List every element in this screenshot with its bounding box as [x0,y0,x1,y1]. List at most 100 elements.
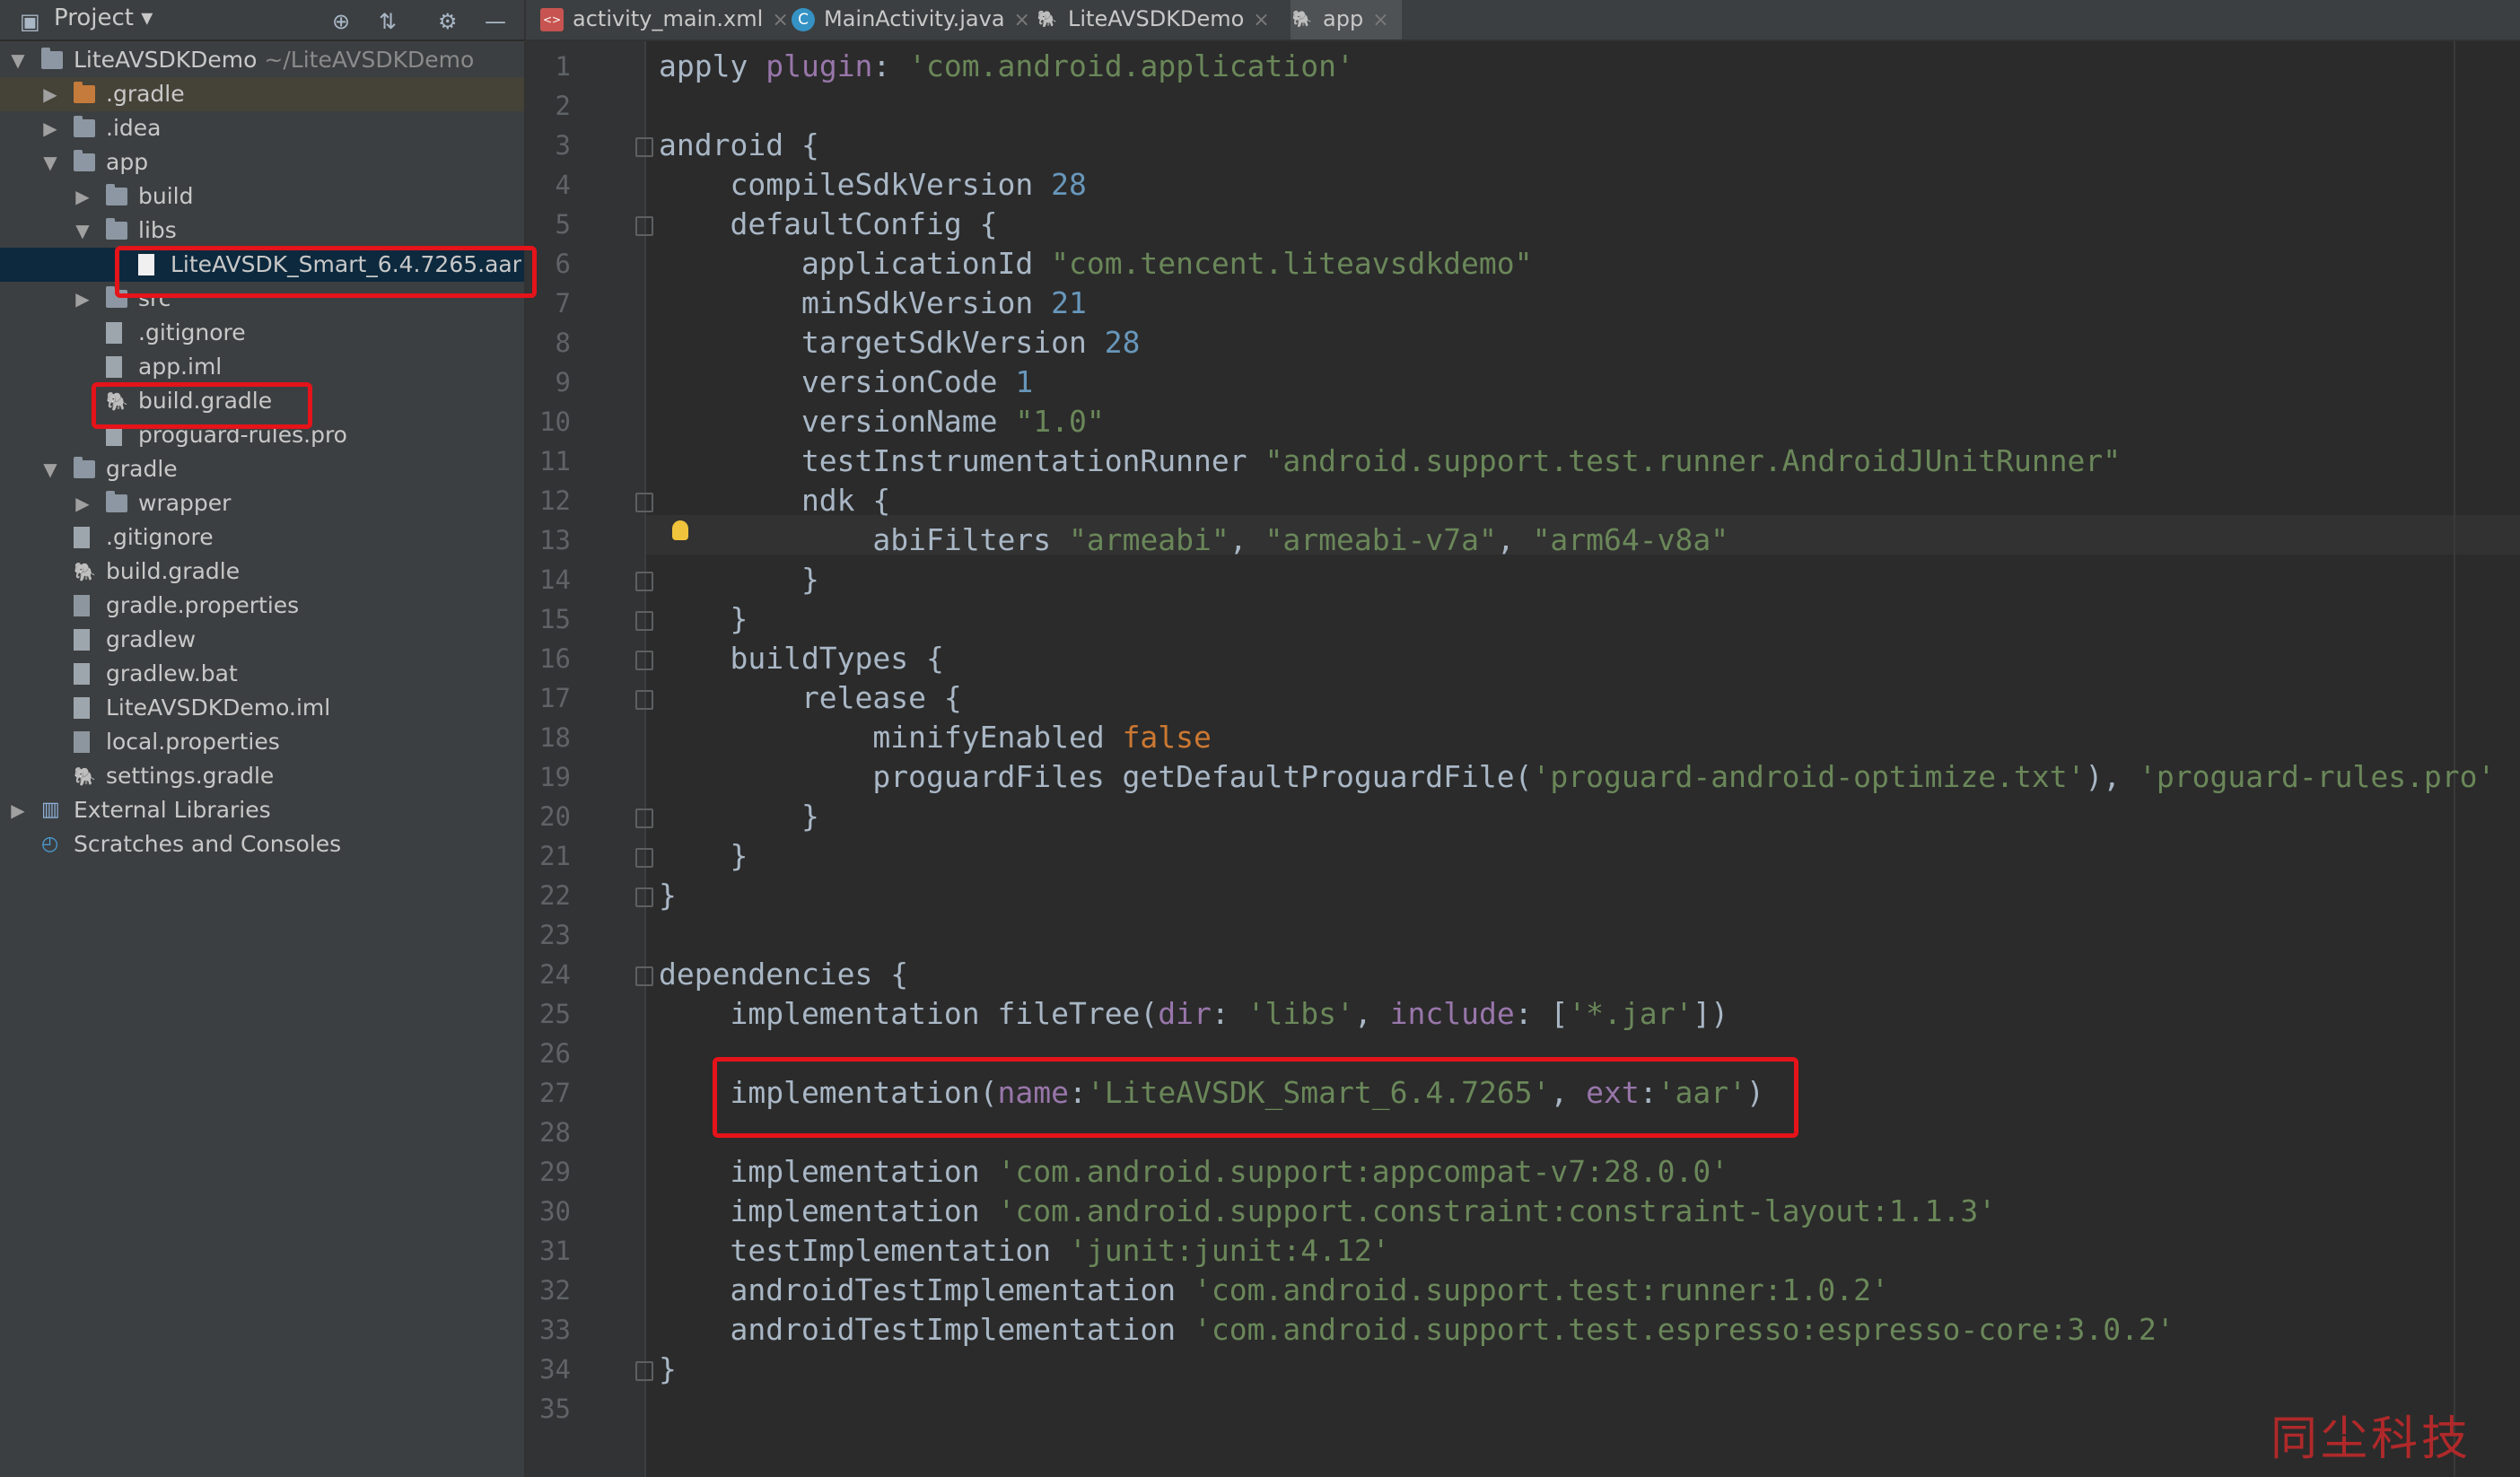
expand-down-icon[interactable]: ▼ [74,214,92,248]
fold-marker-icon[interactable] [635,887,653,907]
properties-icon [74,731,90,753]
tree-item[interactable]: local.properties [0,725,524,759]
tree-item[interactable]: .gitignore [0,520,524,555]
code-token: applicationId [659,246,1052,281]
expand-down-icon[interactable]: ▼ [41,452,59,486]
code-line[interactable]: applicationId "com.tencent.liteavsdkdemo… [659,244,1533,284]
line-number: 12 [539,485,571,516]
fold-marker-icon[interactable] [635,651,653,670]
fold-marker-icon[interactable] [635,690,653,710]
code-line[interactable]: defaultConfig { [659,205,998,244]
tree-item[interactable]: .gitignore [0,316,524,350]
code-line[interactable]: } [659,1350,677,1389]
fold-marker-icon[interactable] [635,493,653,512]
hide-panel-icon[interactable]: — [485,9,506,34]
tree-item[interactable]: gradlew [0,623,524,657]
close-tab-icon[interactable]: × [772,9,788,31]
libraries-icon: ▥ [41,799,60,821]
expand-right-icon[interactable]: ▶ [74,486,92,520]
tree-item[interactable]: ▼ app [0,145,524,179]
code-line[interactable]: ndk { [659,481,890,520]
code-line[interactable]: androidTestImplementation 'com.android.s… [659,1310,2174,1350]
fold-marker-icon[interactable] [635,1361,653,1381]
close-tab-icon[interactable]: × [1372,9,1388,31]
fold-marker-icon[interactable] [635,611,653,631]
collapse-all-icon[interactable]: ⇅ [379,9,397,34]
tree-item[interactable]: 🐘 settings.gradle [0,759,524,793]
expand-right-icon[interactable]: ▶ [9,793,27,827]
expand-right-icon[interactable]: ▶ [74,179,92,214]
tree-item[interactable]: ▶ ▥ External Libraries [0,793,524,827]
locate-icon[interactable]: ⊕ [332,9,350,34]
tab-label: activity_main.xml [573,6,764,31]
code-line[interactable]: buildTypes { [659,639,944,678]
project-view-icon[interactable]: ▣ [20,9,40,34]
tab-app[interactable]: 🐘 app × [1291,0,1402,39]
expand-down-icon[interactable]: ▼ [9,43,27,77]
code-line[interactable]: android { [659,126,819,165]
code-line[interactable]: } [659,836,748,876]
gradle-icon: 🐘 [1037,10,1058,29]
fold-marker-icon[interactable] [635,848,653,868]
fold-marker-icon[interactable] [635,216,653,236]
tree-item[interactable]: ▶ wrapper [0,486,524,520]
tree-item[interactable]: ▶ build [0,179,524,214]
code-token: 'libs' [1247,996,1354,1031]
tree-item[interactable]: ◴ Scratches and Consoles [0,827,524,861]
close-tab-icon[interactable]: × [1014,9,1030,31]
tree-item[interactable]: ▶ .gradle [0,77,524,111]
fold-marker-icon[interactable] [635,137,653,157]
expand-right-icon[interactable]: ▶ [41,111,59,145]
tree-item[interactable]: gradlew.bat [0,657,524,691]
code-line[interactable]: minSdkVersion 21 [659,284,1087,323]
tree-item[interactable]: ▼ LiteAVSDKDemo ~/LiteAVSDKDemo [0,43,524,77]
code-line[interactable]: apply plugin: 'com.android.application' [659,47,1354,86]
expand-right-icon[interactable]: ▶ [74,282,92,316]
code-line[interactable]: versionName "1.0" [659,402,1105,441]
code-token: defaultConfig { [659,206,998,241]
fold-marker-icon[interactable] [635,966,653,986]
close-tab-icon[interactable]: × [1253,9,1269,31]
code-line[interactable]: testImplementation 'junit:junit:4.12' [659,1231,1389,1271]
gear-icon[interactable]: ⚙ [438,9,458,34]
lightbulb-icon[interactable] [672,520,688,540]
code-line[interactable]: versionCode 1 [659,363,1033,402]
code-line[interactable]: implementation 'com.android.support.cons… [659,1192,1996,1231]
fold-marker-icon[interactable] [635,808,653,828]
code-line[interactable]: } [659,797,819,836]
code-line[interactable]: } [659,599,748,639]
fold-marker-icon[interactable] [635,572,653,591]
tab-mainactivity-java[interactable]: C MainActivity.java × [792,0,1030,39]
code-line[interactable]: targetSdkVersion 28 [659,323,1141,363]
tree-item-label: gradle [106,456,178,482]
tree-item[interactable]: app.iml [0,350,524,384]
code-token: buildTypes { [659,641,944,676]
tab-liteavsdkdemo[interactable]: 🐘 LiteAVSDKDemo × [1036,0,1282,39]
tree-item[interactable]: 🐘 build.gradle [0,555,524,589]
project-view-selector[interactable]: Project ▾ [54,4,153,31]
tree-item[interactable]: gradle.properties [0,589,524,623]
code-line[interactable]: dependencies { [659,955,908,994]
code-token: : [ [1514,996,1569,1031]
tree-item[interactable]: ▼ gradle [0,452,524,486]
code-line[interactable]: implementation fileTree(dir: 'libs', inc… [659,994,1728,1034]
code-line[interactable]: proguardFiles getDefaultProguardFile('pr… [659,757,2495,797]
code-line[interactable]: release { [659,678,962,718]
code-line[interactable]: androidTestImplementation 'com.android.s… [659,1271,1888,1310]
code-line[interactable]: } [659,560,819,599]
code-token: targetSdkVersion [659,325,1105,360]
code-line[interactable]: } [659,876,677,915]
code-line[interactable]: implementation 'com.android.support:appc… [659,1152,1728,1192]
code-token: 'com.android.support.constraint:constrai… [997,1193,1997,1228]
tree-item[interactable]: ▶ .idea [0,111,524,145]
code-line[interactable]: testInstrumentationRunner "android.suppo… [659,441,2121,481]
tree-item[interactable]: LiteAVSDKDemo.iml [0,691,524,725]
code-line[interactable]: abiFilters "armeabi", "armeabi-v7a", "ar… [659,520,1728,560]
expand-right-icon[interactable]: ▶ [41,77,59,111]
expand-down-icon[interactable]: ▼ [41,145,59,179]
tab-activity-main-xml[interactable]: <> activity_main.xml × [540,0,789,39]
code-line[interactable]: minifyEnabled false [659,718,1212,757]
project-header: ▣ Project ▾ ⊕ ⇅ ⚙ — [0,0,524,41]
tree-item[interactable]: ▼ libs [0,214,524,248]
code-line[interactable]: compileSdkVersion 28 [659,165,1086,205]
